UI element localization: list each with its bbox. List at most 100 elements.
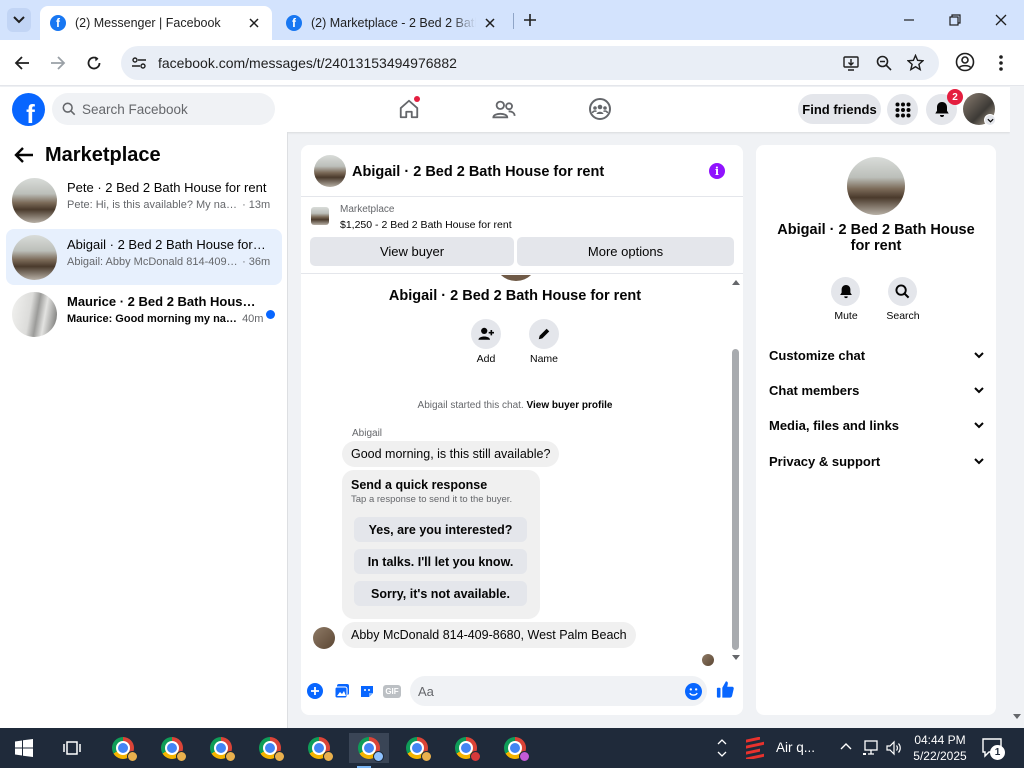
conversation-item-abigail[interactable]: Abigail · 2 Bed 2 Bath House for rent Ab… [6, 229, 282, 285]
scroll-up-arrow-icon [732, 280, 740, 285]
photo-icon[interactable] [333, 682, 351, 700]
air-quality-icon[interactable] [744, 737, 766, 759]
tab-divider [513, 13, 514, 29]
search-in-chat-button[interactable] [888, 277, 917, 306]
mute-button[interactable] [831, 277, 860, 306]
quick-response-option[interactable]: Yes, are you interested? [354, 517, 527, 542]
quick-response-option[interactable]: Sorry, it's not available. [354, 581, 527, 606]
message-input-box[interactable] [410, 676, 707, 706]
more-options-button[interactable]: More options [517, 237, 734, 266]
more-actions-plus-icon[interactable] [306, 682, 324, 700]
chrome-taskbar-icon[interactable] [157, 733, 187, 763]
customize-chat-row[interactable]: Customize chat [769, 345, 984, 365]
facebook-logo[interactable]: f [12, 93, 45, 126]
media-files-links-row[interactable]: Media, files and links [769, 415, 984, 435]
back-arrow-icon[interactable] [14, 146, 34, 164]
chat-avatar[interactable] [314, 155, 346, 187]
zoom-icon[interactable] [876, 55, 892, 71]
address-bar[interactable]: facebook.com/messages/t/2401315349497688… [121, 46, 939, 80]
chat-members-row[interactable]: Chat members [769, 380, 984, 400]
close-window-button[interactable] [989, 8, 1013, 32]
show-hidden-icons-chevron-icon[interactable] [840, 742, 852, 750]
task-view-button[interactable] [57, 733, 87, 763]
chat-panel: Abigail · 2 Bed 2 Bath House for rent i … [301, 145, 743, 715]
page-scrollbar[interactable] [1010, 87, 1024, 728]
chevron-down-icon [717, 751, 727, 757]
reload-icon [87, 56, 101, 70]
tab-search-button[interactable] [7, 8, 31, 32]
bookmark-star-icon[interactable] [907, 54, 924, 71]
emoji-icon[interactable] [685, 683, 702, 700]
chat-title[interactable]: Abigail · 2 Bed 2 Bath House for rent [352, 164, 604, 180]
browser-tab-marketplace[interactable]: f (2) Marketplace - 2 Bed 2 Bath House [276, 6, 508, 40]
menu-button[interactable] [887, 94, 918, 125]
install-app-icon[interactable] [843, 54, 861, 72]
close-tab-icon[interactable] [482, 15, 498, 31]
kebab-menu-icon[interactable] [998, 54, 1004, 72]
nickname-button[interactable] [529, 319, 559, 349]
minimize-button[interactable] [897, 8, 921, 32]
details-avatar [847, 157, 905, 215]
sidebar-title: Marketplace [45, 144, 161, 166]
url-text[interactable]: facebook.com/messages/t/2401315349497688… [158, 55, 457, 71]
air-quality-text[interactable]: Air q... [776, 740, 815, 755]
message-input[interactable] [418, 683, 673, 699]
restore-button[interactable] [943, 8, 967, 32]
chrome-taskbar-icon-active[interactable] [349, 733, 389, 768]
quick-response-option[interactable]: In talks. I'll let you know. [354, 549, 527, 574]
search-facebook-box[interactable] [52, 93, 275, 125]
volume-icon[interactable] [886, 740, 902, 756]
conversation-item-maurice[interactable]: Maurice · 2 Bed 2 Bath House for rent Ma… [6, 286, 282, 342]
taskbar-scroll-arrows[interactable] [711, 728, 733, 768]
chrome-taskbar-icon[interactable] [304, 733, 334, 763]
close-tab-icon[interactable] [246, 15, 262, 31]
chrome-taskbar-icon[interactable] [255, 733, 285, 763]
home-nav-button[interactable] [395, 96, 423, 122]
browser-tab-messenger[interactable]: f (2) Messenger | Facebook [40, 6, 272, 40]
chrome-taskbar-icon[interactable] [108, 733, 138, 763]
listing-thumbnail[interactable] [311, 207, 329, 225]
start-button[interactable] [9, 733, 39, 763]
gif-icon[interactable]: GIF [383, 682, 401, 700]
back-button[interactable] [10, 51, 34, 75]
groups-nav-button[interactable] [586, 96, 614, 122]
conversation-snippet: Abigail: Abby McDonald 814-409-8... · 36… [67, 256, 271, 268]
chrome-taskbar-icon[interactable] [402, 733, 432, 763]
find-friends-button[interactable]: Find friends [798, 94, 881, 124]
unread-dot [266, 310, 275, 319]
chrome-taskbar-icon[interactable] [206, 733, 236, 763]
friends-nav-button[interactable] [490, 96, 518, 122]
view-buyer-profile-link[interactable]: View buyer profile [527, 400, 613, 411]
account-avatar[interactable] [963, 93, 996, 126]
clock-date: 5/22/2025 [913, 749, 967, 763]
site-settings-icon[interactable] [131, 55, 147, 71]
conversation-item-pete[interactable]: Pete · 2 Bed 2 Bath House for rent Pete:… [6, 172, 282, 228]
privacy-support-row[interactable]: Privacy & support [769, 451, 984, 471]
tab-title: (2) Marketplace - 2 Bed 2 Bath House [311, 16, 476, 30]
message-thread[interactable]: Abigail · 2 Bed 2 Bath House for rent Ad… [301, 275, 743, 667]
message-bubble[interactable]: Good morning, is this still available? [342, 441, 560, 467]
info-icon[interactable]: i [709, 163, 725, 179]
chrome-taskbar-icon[interactable] [500, 733, 530, 763]
marketplace-chats-sidebar: Marketplace Pete · 2 Bed 2 Bath House fo… [0, 132, 288, 728]
chrome-taskbar-icon[interactable] [451, 733, 481, 763]
sender-name: Abigail [352, 428, 383, 439]
scrollbar-thumb[interactable] [732, 349, 739, 650]
conversation-snippet: Pete: Hi, is this available? My name i..… [67, 199, 271, 211]
view-buyer-button[interactable]: View buyer [310, 237, 514, 266]
action-center-button[interactable]: 1 [982, 738, 1005, 760]
listing-price-title[interactable]: $1,250 - 2 Bed 2 Bath House for rent [340, 219, 512, 231]
network-icon[interactable] [862, 740, 880, 756]
taskbar-clock[interactable]: 04:44 PM 5/22/2025 [912, 732, 968, 764]
conversation-name: Maurice · 2 Bed 2 Bath House for rent [67, 294, 257, 309]
message-bubble[interactable]: Abby McDonald 814-409-8680, West Palm Be… [342, 622, 636, 648]
forward-button[interactable] [46, 51, 70, 75]
sticker-icon[interactable] [358, 682, 376, 700]
add-button[interactable] [471, 319, 501, 349]
thumbs-up-icon[interactable] [716, 680, 734, 698]
profile-icon[interactable] [955, 52, 975, 72]
search-icon [62, 102, 76, 116]
search-input[interactable] [82, 101, 272, 117]
new-tab-button[interactable] [520, 10, 540, 30]
reload-button[interactable] [82, 51, 106, 75]
